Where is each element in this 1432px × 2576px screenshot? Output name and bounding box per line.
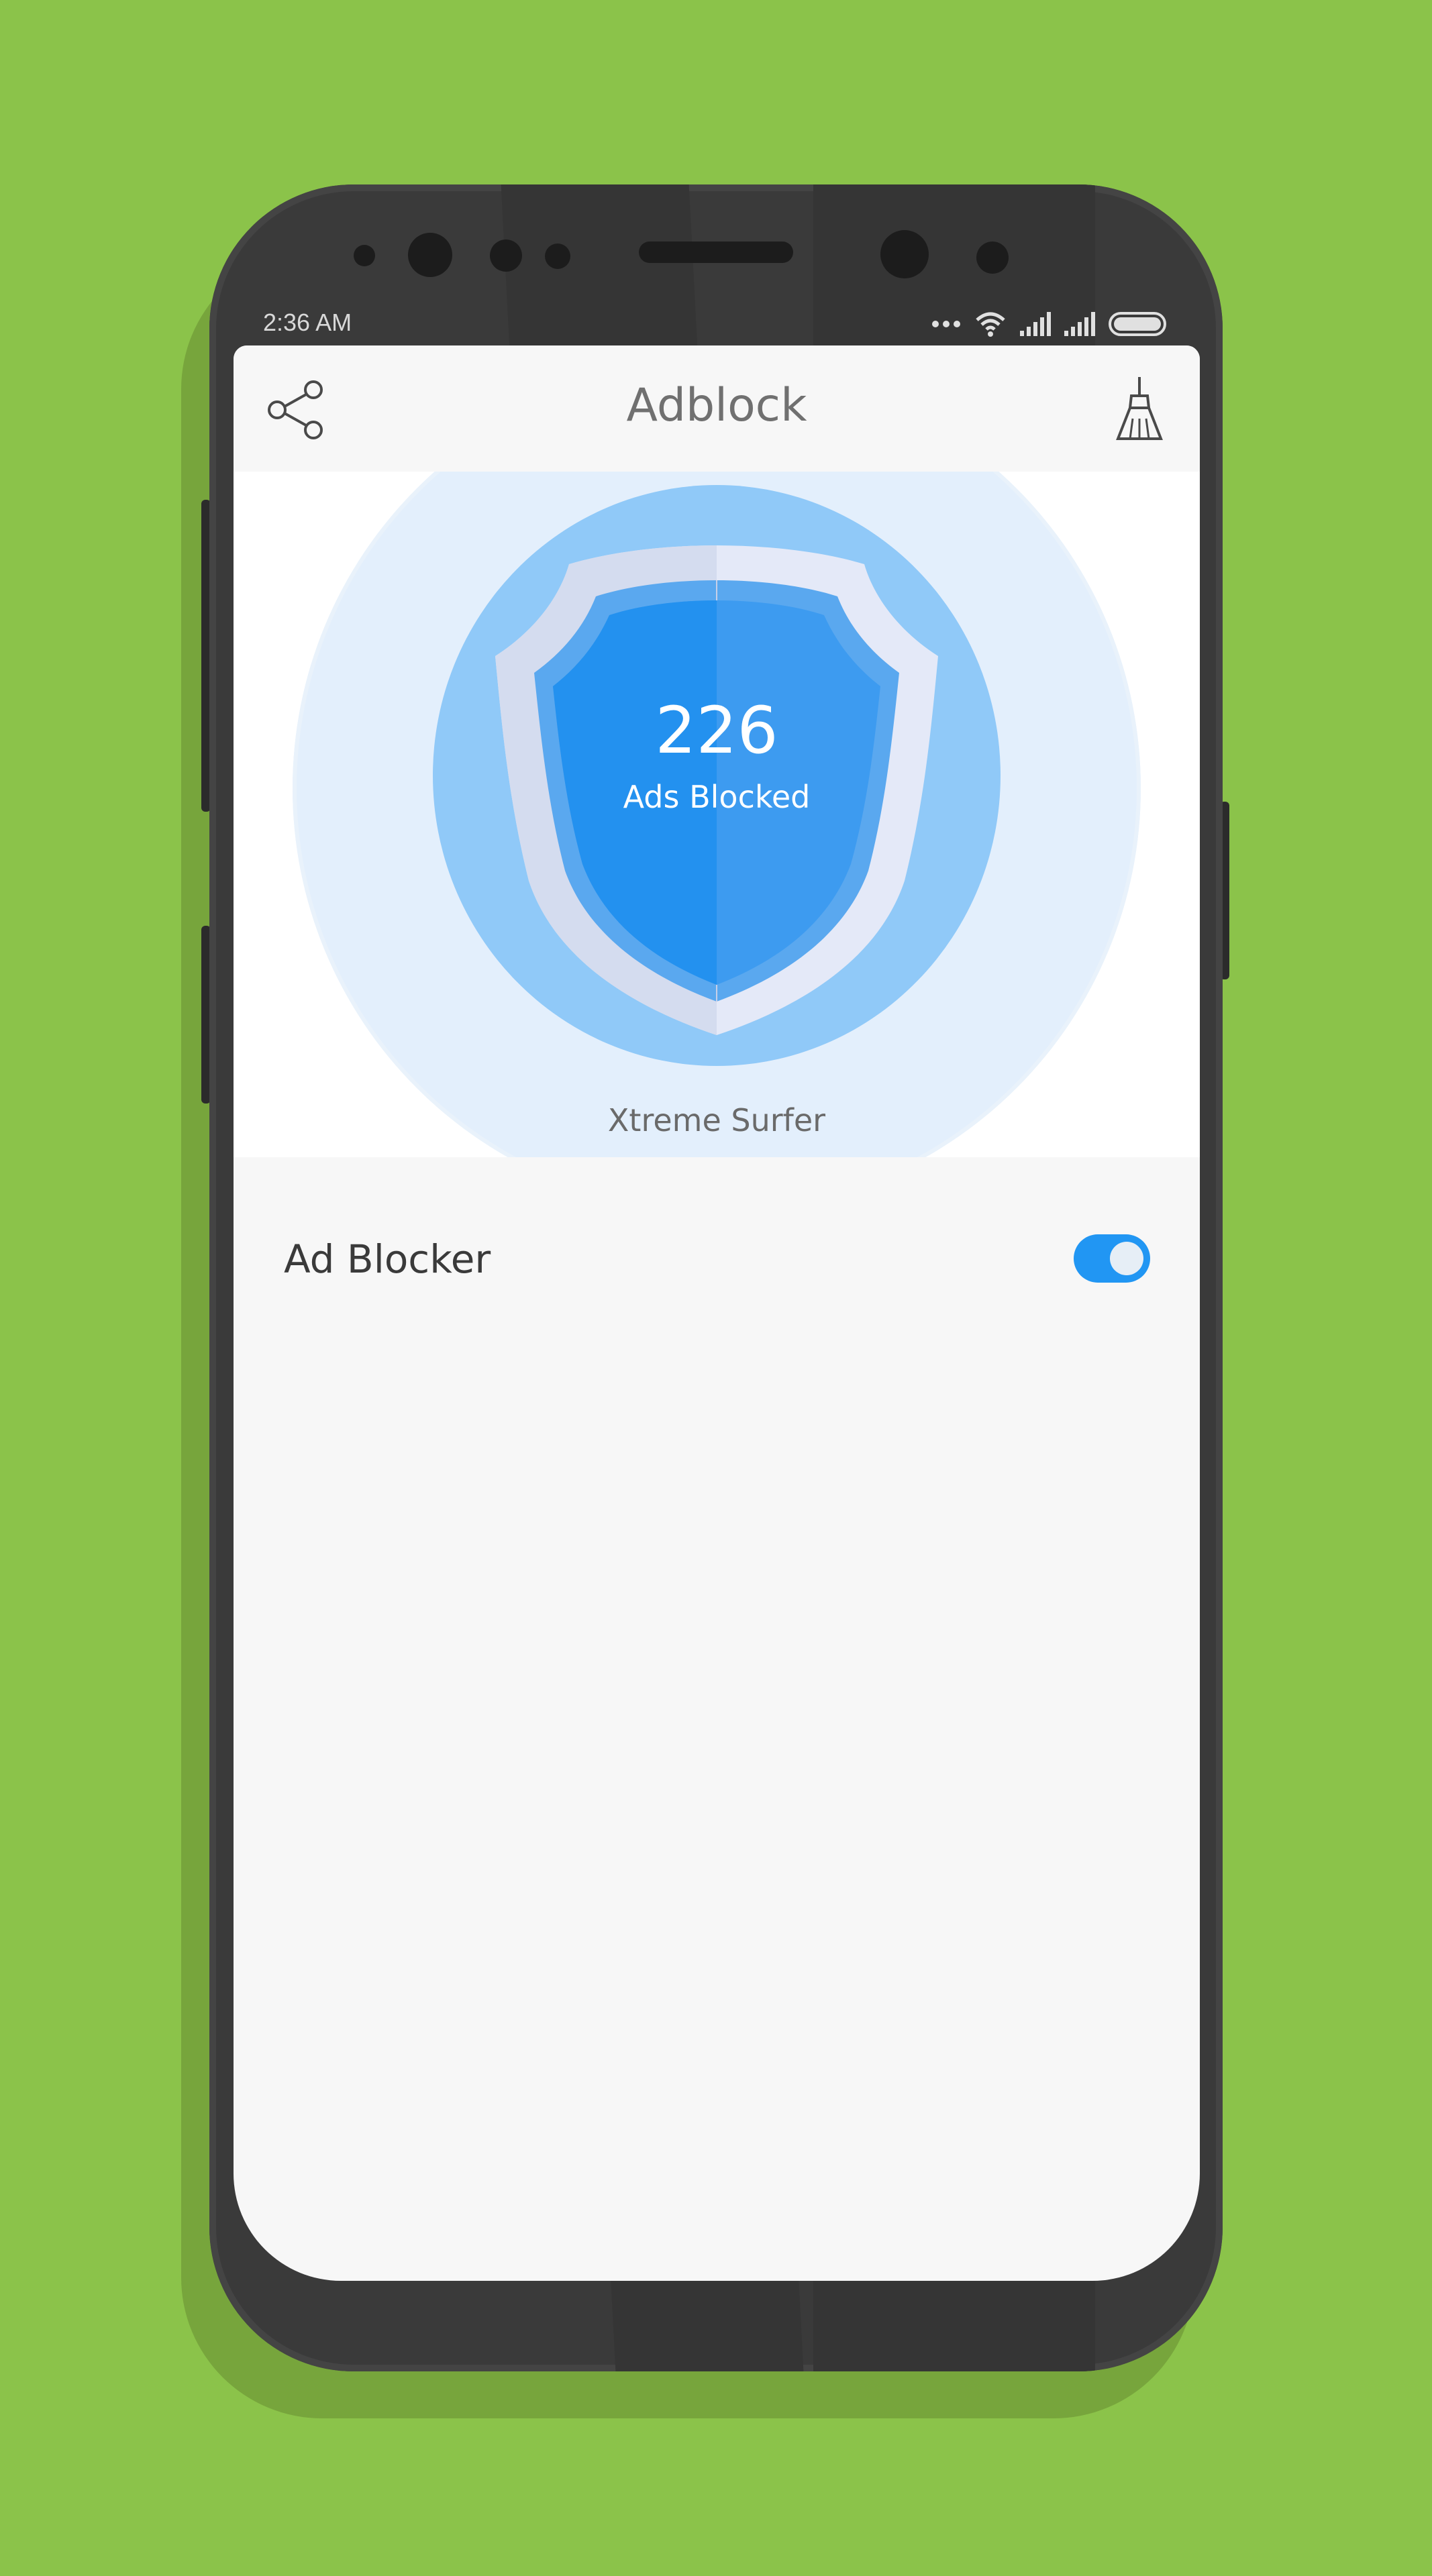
wifi-icon: [976, 312, 1005, 337]
app-name: Xtreme Surfer: [607, 1102, 826, 1138]
ad-blocker-toggle[interactable]: [1074, 1234, 1150, 1283]
battery-icon: [1109, 312, 1166, 336]
sensor-dot: [490, 239, 522, 272]
sensor-dot: [354, 245, 375, 266]
ad-blocker-setting-row: Ad Blocker: [234, 1204, 1200, 1311]
app-bar: Adblock: [234, 345, 1200, 472]
signal-icon: [1064, 312, 1095, 336]
ads-blocked-label: Ads Blocked: [623, 779, 811, 815]
app-screen: Adblock 226 Ads Blocked Xtreme Surfer Ad…: [234, 345, 1200, 2281]
clean-button[interactable]: [1113, 376, 1166, 443]
signal-icon: [1020, 312, 1051, 336]
earpiece-speaker: [639, 241, 793, 263]
page-title: Adblock: [626, 379, 807, 432]
iris-scanner: [880, 230, 929, 278]
status-time: 2:36 AM: [263, 309, 352, 336]
ad-stats-panel: 226 Ads Blocked Xtreme Surfer: [234, 472, 1200, 1157]
ad-blocker-label: Ad Blocker: [284, 1236, 491, 1282]
sensor-dot: [545, 244, 570, 269]
status-bar: 2:36 AM: [263, 302, 1169, 349]
sensor-dot: [976, 241, 1009, 274]
front-camera: [408, 233, 452, 277]
broom-icon: [1116, 377, 1163, 440]
ads-blocked-count: 226: [655, 693, 778, 768]
more-dots-icon: [932, 321, 960, 327]
toggle-knob: [1110, 1242, 1143, 1275]
